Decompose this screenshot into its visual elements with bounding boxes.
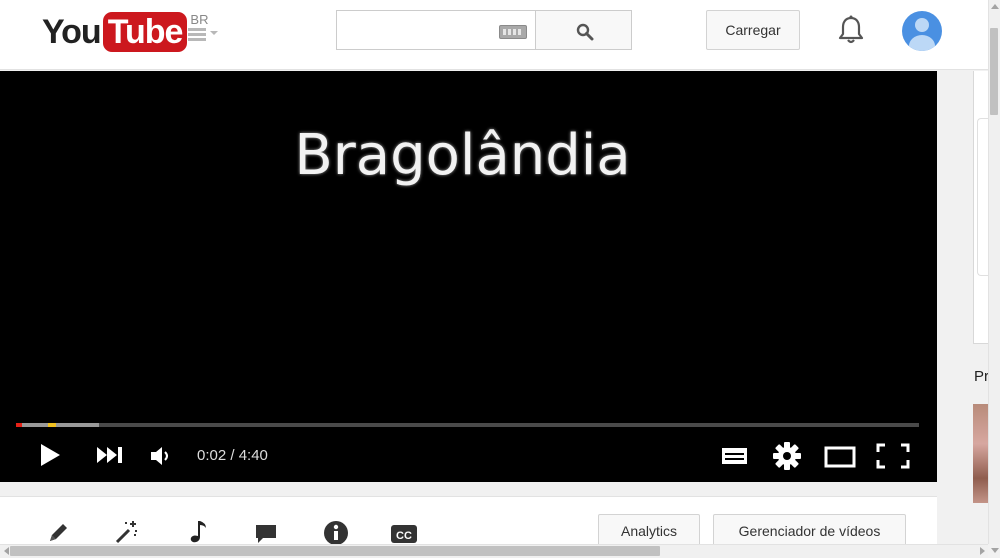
menu-icon-bar xyxy=(188,33,206,36)
scroll-right-arrow-icon[interactable] xyxy=(980,547,985,555)
avatar-body xyxy=(909,35,935,51)
menu-icon xyxy=(188,28,206,31)
caret-down-icon xyxy=(210,31,218,35)
info-icon[interactable] xyxy=(323,520,349,546)
rail-video-thumbnail[interactable] xyxy=(973,404,989,503)
subtitles-icon[interactable] xyxy=(721,447,748,465)
video-frame-title-text: Bragolândia xyxy=(294,123,631,188)
pencil-icon[interactable] xyxy=(46,521,70,545)
gear-icon[interactable] xyxy=(772,441,802,471)
play-icon[interactable] xyxy=(38,443,62,467)
magic-wand-icon[interactable] xyxy=(114,519,140,545)
fullscreen-icon[interactable] xyxy=(876,443,910,469)
horizontal-scrollbar-thumb[interactable] xyxy=(10,546,660,556)
progress-played xyxy=(16,423,22,427)
scroll-down-arrow-icon[interactable] xyxy=(991,548,999,553)
logo-tube-text: Tube xyxy=(102,12,188,52)
video-player[interactable]: Bragolândia 0:02 / 4:40 xyxy=(0,71,937,482)
progress-buffered xyxy=(16,423,99,427)
page: You Tube BR Carregar Bragolândia 0:02 / … xyxy=(0,0,1000,558)
scroll-up-arrow-icon[interactable] xyxy=(991,4,999,9)
avatar[interactable] xyxy=(902,11,942,51)
search-input[interactable] xyxy=(337,11,487,49)
analytics-button[interactable]: Analytics xyxy=(598,514,700,548)
comment-icon[interactable] xyxy=(254,523,278,545)
cc-icon[interactable]: CC xyxy=(390,524,418,544)
keyboard-icon[interactable] xyxy=(499,25,527,39)
progress-marker xyxy=(48,423,56,427)
search-icon xyxy=(576,23,594,41)
theater-mode-icon[interactable] xyxy=(824,446,856,468)
youtube-logo[interactable]: You Tube BR xyxy=(42,12,208,52)
svg-text:CC: CC xyxy=(396,530,412,542)
upload-button[interactable]: Carregar xyxy=(706,10,800,50)
music-note-icon[interactable] xyxy=(187,519,209,545)
time-display: 0:02 / 4:40 xyxy=(197,447,268,464)
guide-menu-button[interactable] xyxy=(188,24,228,44)
menu-icon-bar xyxy=(188,38,206,41)
search-button[interactable] xyxy=(535,10,632,50)
bell-icon[interactable] xyxy=(836,14,866,46)
search-box xyxy=(336,10,536,50)
scroll-left-arrow-icon[interactable] xyxy=(4,547,9,555)
masthead: You Tube BR Carregar xyxy=(0,0,1000,70)
next-icon[interactable] xyxy=(96,446,124,464)
vertical-scrollbar-thumb[interactable] xyxy=(990,28,998,115)
logo-you-text: You xyxy=(42,13,102,51)
progress-bar[interactable] xyxy=(16,423,919,427)
avatar-head xyxy=(915,18,929,32)
volume-icon[interactable] xyxy=(150,445,172,467)
rail-section-label: Pr xyxy=(974,368,988,385)
video-manager-button[interactable]: Gerenciador de vídeos xyxy=(713,514,906,548)
